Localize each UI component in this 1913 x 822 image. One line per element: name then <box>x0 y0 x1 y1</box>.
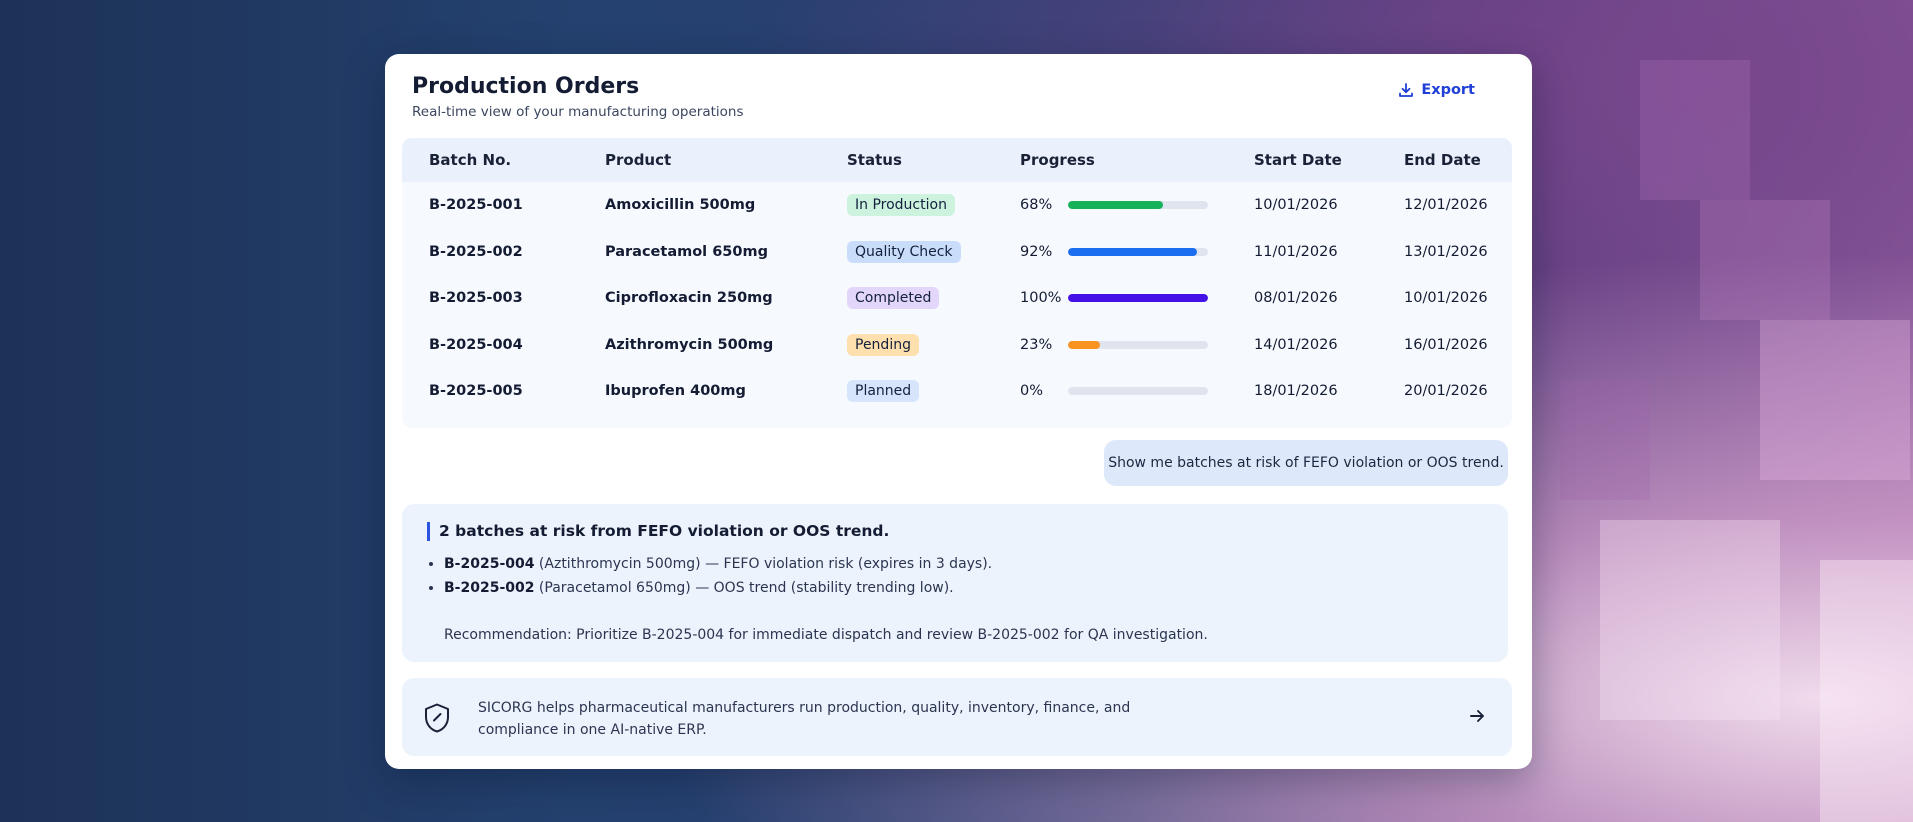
progress-bar <box>1068 294 1208 303</box>
ai-answer-panel: 2 batches at risk from FEFO violation or… <box>402 504 1508 662</box>
progress-percent: 0% <box>1020 383 1044 400</box>
footer-banner[interactable]: SICORG helps pharmaceutical manufacturer… <box>402 678 1512 756</box>
progress-percent: 23% <box>1020 336 1053 353</box>
arrow-right-icon[interactable] <box>1468 707 1486 725</box>
table-row[interactable]: B-2025-001 Amoxicillin 500mg In Production… <box>402 182 1512 229</box>
progress-percent: 68% <box>1020 197 1053 214</box>
progress-bar-fill <box>1068 340 1101 349</box>
progress-bar <box>1068 387 1208 396</box>
progress-cell: 68% <box>1020 197 1208 213</box>
recommendation-text: Recommendation: Prioritize B-2025-004 fo… <box>444 627 1208 643</box>
progress-bar-fill <box>1068 247 1197 256</box>
batch-number: B-2025-005 <box>429 383 523 400</box>
batch-number: B-2025-004 <box>429 336 523 353</box>
end-date: 16/01/2026 <box>1404 336 1488 353</box>
product-name: Amoxicillin 500mg <box>605 197 756 214</box>
product-name: Ciprofloxacin 250mg <box>605 290 773 307</box>
progress-bar <box>1068 201 1208 210</box>
batch-number: B-2025-003 <box>429 290 523 307</box>
table-row[interactable]: B-2025-004 Azithromycin 500mg Pending 23% 14… <box>402 322 1512 369</box>
progress-bar <box>1068 247 1208 256</box>
status-badge: Pending <box>847 333 919 356</box>
column-header-product[interactable]: Product <box>605 151 671 169</box>
start-date: 08/01/2026 <box>1254 290 1338 307</box>
start-date: 14/01/2026 <box>1254 336 1338 353</box>
status-badge: Completed <box>847 287 940 310</box>
export-label: Export <box>1421 82 1475 98</box>
risk-detail: (Paracetamol 650mg) — OOS trend (stabili… <box>534 580 954 596</box>
column-header-end-date[interactable]: End Date <box>1404 151 1481 169</box>
progress-cell: 0% <box>1020 383 1208 399</box>
table-row[interactable]: B-2025-003 Ciprofloxacin 250mg Completed 10… <box>402 275 1512 322</box>
risk-detail: (Aztithromycin 500mg) — FEFO violation r… <box>534 556 993 572</box>
product-name: Ibuprofen 400mg <box>605 383 746 400</box>
product-name: Azithromycin 500mg <box>605 336 774 353</box>
table-row[interactable]: B-2025-005 Ibuprofen 400mg Planned 0% 18/01/… <box>402 368 1512 415</box>
progress-bar-fill <box>1068 201 1164 210</box>
status-badge: Quality Check <box>847 240 961 263</box>
progress-cell: 23% <box>1020 337 1208 353</box>
product-name: Paracetamol 650mg <box>605 243 768 260</box>
status-badge: In Production <box>847 194 955 217</box>
table-header: Batch No. Product Status Progress Start … <box>402 138 1512 182</box>
page-title: Production Orders <box>412 74 640 99</box>
list-item: B-2025-002 (Paracetamol 650mg) — OOS tre… <box>444 580 992 596</box>
progress-percent: 92% <box>1020 243 1053 260</box>
progress-cell: 100% <box>1020 290 1208 306</box>
end-date: 13/01/2026 <box>1404 243 1488 260</box>
answer-title: 2 batches at risk from FEFO violation or… <box>427 522 889 541</box>
shield-check-icon <box>425 703 449 733</box>
download-icon <box>1399 83 1414 97</box>
progress-bar <box>1068 340 1208 349</box>
end-date: 12/01/2026 <box>1404 197 1488 214</box>
batch-number: B-2025-002 <box>429 243 523 260</box>
user-query-bubble: Show me batches at risk of FEFO violatio… <box>1104 440 1508 486</box>
page-subtitle: Real-time view of your manufacturing ope… <box>412 104 744 120</box>
table-row[interactable]: B-2025-002 Paracetamol 650mg Quality Check… <box>402 229 1512 276</box>
progress-cell: 92% <box>1020 244 1208 260</box>
footer-text: SICORG helps pharmaceutical manufacturer… <box>478 700 1131 738</box>
production-orders-card: Production Orders Real-time view of your… <box>385 54 1532 769</box>
column-header-start-date[interactable]: Start Date <box>1254 151 1342 169</box>
end-date: 10/01/2026 <box>1404 290 1488 307</box>
column-header-progress[interactable]: Progress <box>1020 151 1095 169</box>
column-header-status[interactable]: Status <box>847 151 902 169</box>
risk-batch-id[interactable]: B-2025-002 <box>444 580 534 596</box>
status-badge: Planned <box>847 380 920 403</box>
risk-batch-id[interactable]: B-2025-004 <box>444 556 534 572</box>
start-date: 11/01/2026 <box>1254 243 1338 260</box>
end-date: 20/01/2026 <box>1404 383 1488 400</box>
start-date: 18/01/2026 <box>1254 383 1338 400</box>
batch-number: B-2025-001 <box>429 197 523 214</box>
start-date: 10/01/2026 <box>1254 197 1338 214</box>
progress-percent: 100% <box>1020 290 1062 307</box>
export-button[interactable]: Export <box>1398 82 1475 98</box>
list-item: B-2025-004 (Aztithromycin 500mg) — FEFO … <box>444 556 992 572</box>
progress-bar-fill <box>1068 294 1208 303</box>
column-header-batch[interactable]: Batch No. <box>429 151 511 169</box>
risk-list: B-2025-004 (Aztithromycin 500mg) — FEFO … <box>427 556 992 604</box>
production-orders-table: Batch No. Product Status Progress Start … <box>402 138 1512 428</box>
